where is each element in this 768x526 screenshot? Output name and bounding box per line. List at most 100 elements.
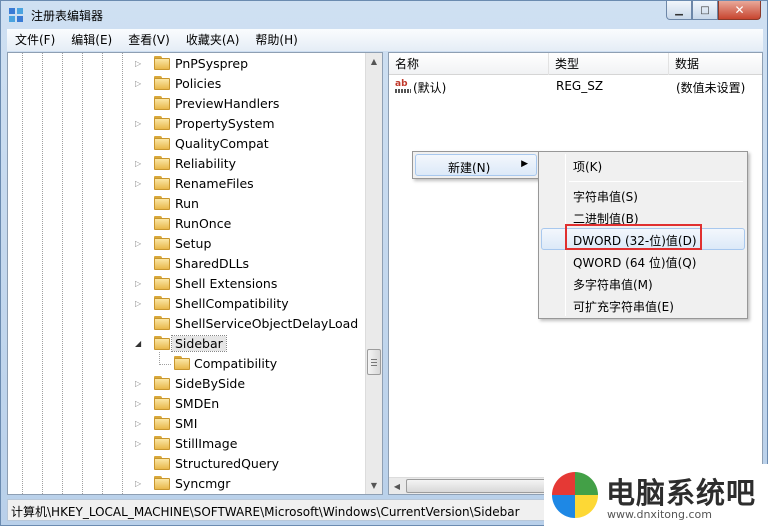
tree-node[interactable]: ▷ ShellCompatibility	[8, 294, 368, 314]
close-button[interactable]: ✕	[718, 1, 761, 20]
column-name[interactable]: 名称	[389, 53, 549, 75]
scroll-thumb[interactable]	[367, 349, 381, 375]
minimize-button[interactable]: ▁	[666, 1, 692, 20]
tree-node[interactable]: QualityCompat	[8, 134, 368, 154]
title-bar[interactable]: 注册表编辑器 ▁ □ ✕	[1, 1, 767, 29]
menu-item-new[interactable]: 新建(N) ▶	[415, 154, 537, 176]
submenu-item-label: 可扩充字符串值(E)	[573, 300, 674, 314]
value-data: (数值未设置)	[676, 81, 746, 95]
column-type[interactable]: 类型	[549, 53, 669, 75]
submenu-arrow-icon: ▶	[521, 159, 528, 169]
expand-arrow-icon[interactable]: ▷	[135, 240, 143, 248]
tree-node-label: Compatibility	[194, 356, 278, 371]
context-menu: 新建(N) ▶	[412, 151, 540, 179]
tree-node[interactable]: ShellServiceObjectDelayLoad	[8, 314, 368, 334]
maximize-button[interactable]: □	[692, 1, 718, 20]
tree-connector	[159, 352, 160, 365]
tree-node[interactable]: ▷ SMDEn	[8, 394, 368, 414]
close-icon: ✕	[734, 3, 745, 17]
expand-arrow-icon[interactable]: ▷	[135, 120, 143, 128]
tree-node[interactable]: ▷ Setup	[8, 234, 368, 254]
expand-arrow-icon[interactable]: ▷	[135, 80, 143, 88]
tree-node[interactable]: Compatibility	[8, 354, 368, 374]
expand-arrow-icon[interactable]: ▷	[135, 180, 143, 188]
tree-node[interactable]: ▷ RenameFiles	[8, 174, 368, 194]
folder-icon	[154, 456, 170, 470]
folder-icon	[154, 236, 170, 250]
tree-vertical-scrollbar[interactable]: ▲ ▼	[365, 53, 382, 494]
expand-arrow-icon[interactable]: ▷	[135, 440, 143, 448]
tree-node[interactable]: RunOnce	[8, 214, 368, 234]
collapse-arrow-icon[interactable]: ◢	[135, 340, 143, 348]
column-data[interactable]: 数据	[669, 53, 762, 75]
folder-icon	[154, 116, 170, 130]
tree-node-label: Reliability	[175, 156, 237, 171]
string-value-icon: ab	[395, 79, 411, 93]
folder-icon	[154, 476, 170, 490]
folder-icon	[154, 376, 170, 390]
folder-icon	[154, 96, 170, 110]
menu-bar: 文件(F) 编辑(E) 查看(V) 收藏夹(A) 帮助(H)	[7, 29, 763, 51]
expand-arrow-icon[interactable]: ▷	[135, 480, 143, 488]
folder-icon	[174, 356, 190, 370]
tree-node-label: ShellCompatibility	[175, 296, 289, 311]
tree-node-label: Setup	[175, 236, 212, 251]
tree-node-label: StillImage	[175, 436, 238, 451]
tree-node-label: PreviewHandlers	[175, 96, 280, 111]
submenu-item-qword-value[interactable]: QWORD (64 位)值(Q)	[541, 250, 745, 272]
tree-node-label: StructuredQuery	[175, 456, 280, 471]
menu-favorites[interactable]: 收藏夹(A)	[178, 29, 248, 51]
scroll-left-arrow-icon[interactable]: ◀	[389, 478, 405, 494]
tree-node[interactable]: ▷ Shell Extensions	[8, 274, 368, 294]
tree-node[interactable]: ▷ SMI	[8, 414, 368, 434]
tree-node[interactable]: StructuredQuery	[8, 454, 368, 474]
tree-node[interactable]: ▷ Reliability	[8, 154, 368, 174]
expand-arrow-icon[interactable]: ▷	[135, 380, 143, 388]
tree-node[interactable]: SharedDLLs	[8, 254, 368, 274]
minimize-icon: ▁	[675, 4, 683, 16]
tree-node-label: SideBySide	[175, 376, 246, 391]
tree-node[interactable]: ▷ PnPSysprep	[8, 54, 368, 74]
expand-arrow-icon[interactable]: ▷	[135, 300, 143, 308]
folder-icon	[154, 136, 170, 150]
tree-node[interactable]: ▷ Policies	[8, 74, 368, 94]
tree-node[interactable]: ▷ Syncmgr	[8, 474, 368, 494]
folder-icon	[154, 416, 170, 430]
menu-file[interactable]: 文件(F)	[7, 29, 63, 51]
folder-icon	[154, 196, 170, 210]
submenu-item-expandable-string-value[interactable]: 可扩充字符串值(E)	[541, 294, 745, 316]
submenu-item-string-value[interactable]: 字符串值(S)	[541, 184, 745, 206]
menu-edit[interactable]: 编辑(E)	[63, 29, 120, 51]
value-name: (默认)	[413, 81, 447, 95]
tree-node[interactable]: Run	[8, 194, 368, 214]
expand-arrow-icon[interactable]: ▷	[135, 160, 143, 168]
expand-arrow-icon[interactable]: ▷	[135, 280, 143, 288]
watermark-url: www.dnxitong.com	[607, 508, 712, 521]
list-item[interactable]: ab (默认) REG_SZ (数值未设置)	[389, 77, 762, 97]
tree-node[interactable]: PreviewHandlers	[8, 94, 368, 114]
expand-arrow-icon[interactable]: ▷	[135, 400, 143, 408]
tree-node[interactable]: ▷ StillImage	[8, 434, 368, 454]
tree-node[interactable]: ▷ SideBySide	[8, 374, 368, 394]
folder-icon	[154, 76, 170, 90]
scroll-up-arrow-icon[interactable]: ▲	[366, 53, 382, 70]
tree-node-label: PropertySystem	[175, 116, 275, 131]
tree-node-label: SMDEn	[175, 396, 220, 411]
tree-node-label: Sidebar	[171, 335, 227, 352]
folder-icon	[154, 316, 170, 330]
submenu-item-key[interactable]: 项(K)	[541, 154, 745, 176]
tree-node[interactable]: ▷ PropertySystem	[8, 114, 368, 134]
menu-help[interactable]: 帮助(H)	[247, 29, 305, 51]
menu-view[interactable]: 查看(V)	[120, 29, 178, 51]
windows-logo-icon	[552, 472, 598, 518]
folder-icon	[154, 296, 170, 310]
submenu-item-multi-string-value[interactable]: 多字符串值(M)	[541, 272, 745, 294]
tree-node[interactable]: ◢ Sidebar	[8, 334, 368, 354]
scroll-down-arrow-icon[interactable]: ▼	[366, 477, 382, 494]
tree-connector	[159, 364, 171, 365]
tree-node-label: ShellServiceObjectDelayLoad	[175, 316, 359, 331]
expand-arrow-icon[interactable]: ▷	[135, 60, 143, 68]
registry-key-tree[interactable]: ▷ PnPSysprep ▷ Policies PreviewHandlers ▷ Prop…	[7, 52, 383, 495]
submenu-item-label: 多字符串值(M)	[573, 278, 653, 292]
expand-arrow-icon[interactable]: ▷	[135, 420, 143, 428]
